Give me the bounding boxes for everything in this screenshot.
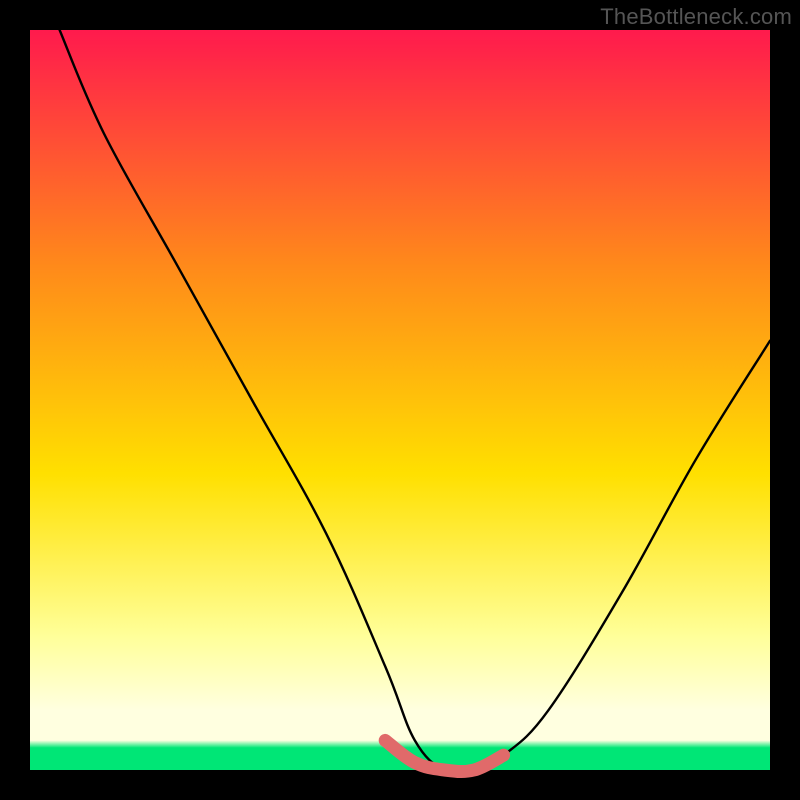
gradient-background xyxy=(30,30,770,770)
chart-frame: TheBottleneck.com xyxy=(0,0,800,800)
watermark-text: TheBottleneck.com xyxy=(600,4,792,30)
bottleneck-chart xyxy=(0,0,800,800)
